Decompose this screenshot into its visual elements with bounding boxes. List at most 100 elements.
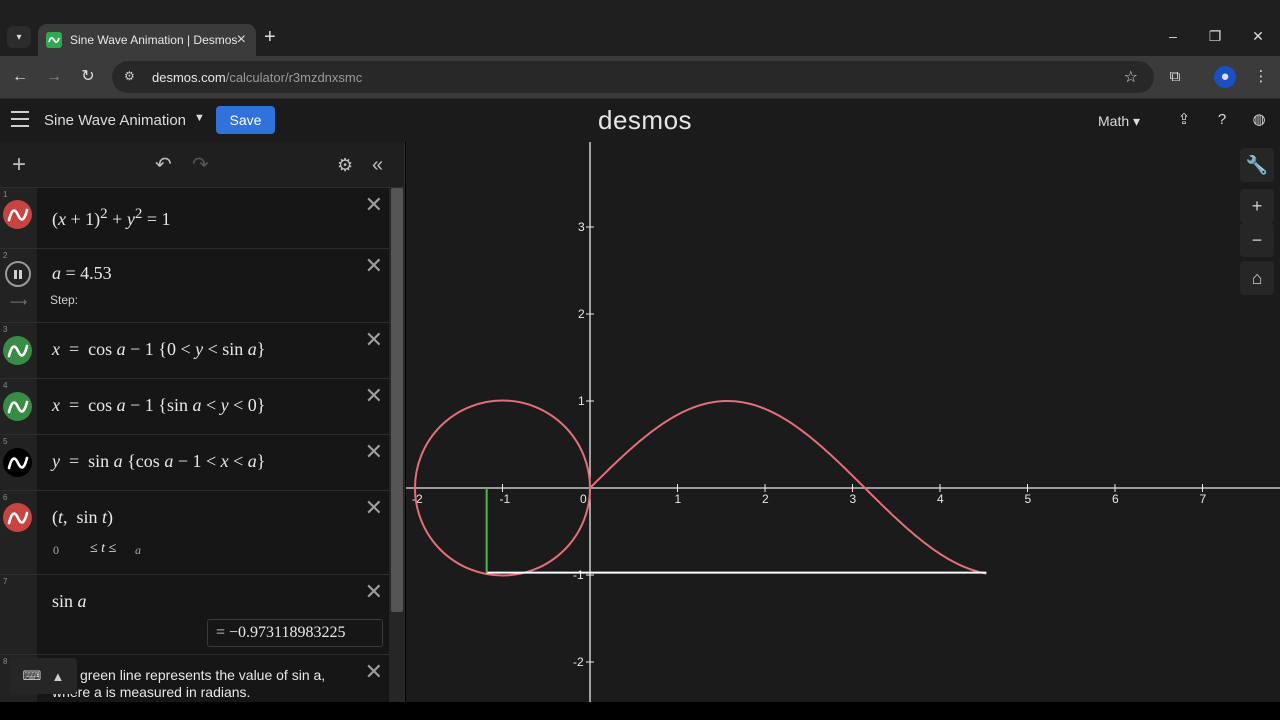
bottom-letterbox [0,702,1280,720]
expression-index: 1 [3,190,8,199]
expression-row[interactable]: 4 x = cos a − 1 {sin a < y < 0} ✕ [0,379,389,435]
desmos-favicon-icon [46,32,62,48]
x-tick-label: -1 [500,492,511,506]
tab-close-icon[interactable]: × [237,30,246,50]
expression-gutter: 4 [0,379,37,434]
expression-row[interactable]: 5 y = sin a {cos a − 1 < x < a} ✕ [0,435,389,491]
x-tick-label: 2 [762,492,769,506]
restore-icon[interactable]: ❐ [1200,26,1230,46]
add-item-icon[interactable]: + [12,153,26,177]
delete-expression-icon[interactable]: ✕ [365,581,383,603]
expression-row[interactable]: 7 sin a = −0.973118983225 ✕ [0,575,389,655]
hamburger-menu-icon[interactable] [11,111,29,127]
expression-index: 8 [3,657,8,666]
undo-icon[interactable]: ↶ [155,154,172,176]
graph-settings-wrench-icon[interactable]: 🔧 [1240,148,1274,182]
minimize-icon[interactable]: – [1158,26,1188,46]
graph-title[interactable]: Sine Wave Animation [44,112,186,129]
expression-row[interactable]: 3 x = cos a − 1 {0 < y < sin a} ✕ [0,323,389,379]
expression-latex[interactable]: (x + 1)2 + y2 = 1 [52,206,170,230]
profile-avatar-icon[interactable]: ● [1214,66,1236,88]
x-tick-label: 0 [580,492,587,506]
delete-expression-icon[interactable]: ✕ [365,441,383,463]
x-tick-label: 3 [850,492,857,506]
math-dropdown[interactable]: Math ▾ [1098,113,1140,130]
graph-paper[interactable]: -2 -1 0 1 2 3 4 5 6 7 3 2 1 -1 -2 🔧 + − ⌂ [406,142,1280,702]
close-window-icon[interactable]: ✕ [1243,26,1273,46]
expression-row[interactable]: 6 (t, sin t) 0 ≤ t ≤ a ✕ [0,491,389,575]
expression-latex[interactable]: (t, sin t) [52,507,113,528]
redo-icon[interactable]: ↷ [192,154,209,176]
desmos-header: Sine Wave Animation ▼ Save desmos Math ▾… [0,98,1280,142]
language-globe-icon[interactable]: ◍ [1249,110,1269,130]
domain-max[interactable]: a [135,543,141,558]
zoom-out-icon[interactable]: − [1240,223,1274,257]
site-info-icon[interactable]: ⚙ [124,69,140,85]
y-tick-label: -1 [573,568,584,582]
browser-menu-icon[interactable]: ⋮ [1250,66,1272,88]
expression-scrollbar[interactable] [389,188,404,702]
delete-expression-icon[interactable]: ✕ [365,194,383,216]
expression-gutter: 7 [0,575,37,654]
wave-toggle-icon[interactable] [3,448,32,477]
step-arrow-icon: ⟶ [10,295,28,309]
expression-row[interactable]: 2 ⟶ a = 4.53 Step: ✕ [0,249,389,323]
forward-icon[interactable]: → [43,66,65,88]
expression-latex[interactable]: x = cos a − 1 {sin a < y < 0} [52,395,265,416]
settings-gear-icon[interactable]: ⚙ [337,154,353,176]
keyboard-toggle-button[interactable]: ⌨ ▲ [10,658,77,694]
delete-expression-icon[interactable]: ✕ [365,661,383,683]
scrollbar-thumb[interactable] [391,188,403,612]
browser-tab-bar: ▾ Sine Wave Animation | Desmos × + – ❐ ✕ [0,0,1280,56]
graph-canvas[interactable]: -2 -1 0 1 2 3 4 5 6 7 3 2 1 -1 -2 [406,142,1280,702]
domain-inequality: ≤ t ≤ [90,541,117,556]
expression-gutter: 5 [0,435,37,490]
tab-list-chevron-icon[interactable]: ▾ [7,26,31,48]
note-text[interactable]: The green line represents the value of s… [52,667,352,701]
title-dropdown-icon[interactable]: ▼ [194,112,205,124]
y-tick-label: 2 [578,307,585,321]
save-button[interactable]: Save [216,106,275,134]
expression-row[interactable]: 1 (x + 1)2 + y2 = 1 ✕ [0,188,389,249]
expression-index: 6 [3,493,8,502]
expression-gutter: 6 [0,491,37,574]
delete-expression-icon[interactable]: ✕ [365,497,383,519]
zoom-in-icon[interactable]: + [1240,189,1274,223]
expression-index: 5 [3,437,8,446]
step-label: Step: [50,293,79,307]
delete-expression-icon[interactable]: ✕ [365,255,383,277]
expression-gutter: 3 [0,323,37,378]
wave-toggle-icon[interactable] [3,336,32,365]
expression-latex[interactable]: y = sin a {cos a − 1 < x < a} [52,451,265,472]
extensions-icon[interactable]: ⧉ [1164,66,1186,88]
help-icon[interactable]: ? [1212,110,1232,130]
x-tick-label: 1 [675,492,682,506]
expression-index: 3 [3,325,8,334]
share-icon[interactable]: ⇪ [1174,110,1194,130]
wave-toggle-icon[interactable] [3,200,32,229]
expression-latex[interactable]: sin a [52,591,87,612]
expression-latex[interactable]: a = 4.53 [52,263,112,284]
expression-latex[interactable]: x = cos a − 1 {0 < y < sin a} [52,339,265,360]
browser-tab[interactable]: Sine Wave Animation | Desmos × [38,24,256,56]
browser-toolbar: ← → ↻ ⚙ desmos.com/calculator/r3mzdnxsmc… [0,56,1280,98]
wave-toggle-icon[interactable] [3,503,32,532]
delete-expression-icon[interactable]: ✕ [365,329,383,351]
domain-min[interactable]: 0 [53,543,59,558]
x-tick-label: 4 [937,492,944,506]
x-tick-label: 5 [1025,492,1032,506]
caret-up-icon: ▲ [51,668,65,684]
address-bar[interactable]: ⚙ desmos.com/calculator/r3mzdnxsmc ☆ [112,61,1154,93]
bookmark-star-icon[interactable]: ☆ [1124,67,1138,87]
new-tab-icon[interactable]: + [264,27,276,47]
delete-expression-icon[interactable]: ✕ [365,385,383,407]
back-icon[interactable]: ← [9,66,31,88]
home-icon[interactable]: ⌂ [1240,261,1274,295]
collapse-panel-icon[interactable]: « [372,154,383,176]
reload-icon[interactable]: ↻ [77,66,99,88]
y-tick-label: 1 [578,394,585,408]
evaluation-result: = −0.973118983225 [207,619,383,647]
pause-icon[interactable] [5,261,31,287]
wave-toggle-icon[interactable] [3,392,32,421]
desmos-logo: desmos [598,105,693,135]
